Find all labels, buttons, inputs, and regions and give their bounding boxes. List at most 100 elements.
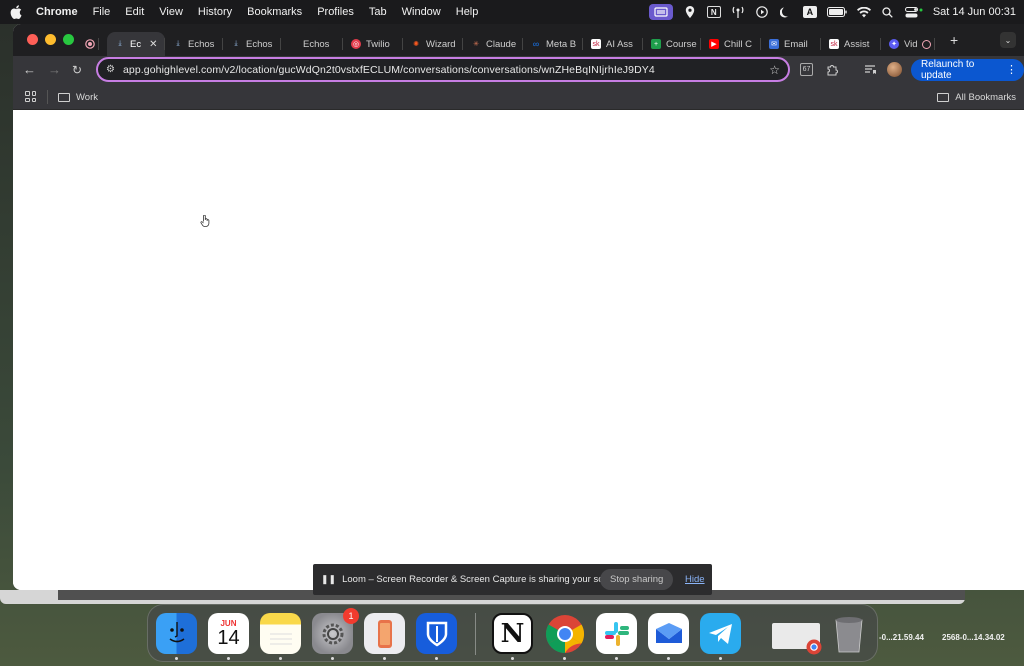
- trash-icon: [835, 616, 862, 652]
- tab-echos-active[interactable]: ⤓ Ec ✕: [107, 32, 165, 56]
- dock-minimized-window[interactable]: [772, 623, 822, 655]
- running-indicator: [383, 657, 386, 660]
- tab-echos-4[interactable]: Echos: [281, 32, 343, 56]
- extension-icon[interactable]: 67: [800, 63, 813, 76]
- tab-label: Wizard: [426, 38, 456, 50]
- tab-email[interactable]: ✉ Email: [761, 32, 821, 56]
- loom-sharing-banner: ❚❚ Loom – Screen Recorder & Screen Captu…: [313, 564, 712, 595]
- new-tab-button[interactable]: +: [950, 32, 958, 48]
- minimize-window-button[interactable]: [45, 34, 56, 45]
- notes-icon: [269, 633, 292, 644]
- control-center-icon[interactable]: [904, 6, 923, 18]
- menu-window[interactable]: Window: [402, 6, 441, 18]
- dock-slack[interactable]: [596, 613, 637, 654]
- tab-twilio[interactable]: ◎ Twilio: [343, 32, 403, 56]
- menu-history[interactable]: History: [198, 6, 232, 18]
- dock-chrome[interactable]: [544, 613, 585, 654]
- apple-menu-icon[interactable]: [10, 5, 22, 19]
- menu-bookmarks[interactable]: Bookmarks: [247, 6, 302, 18]
- antenna-icon[interactable]: [731, 6, 745, 18]
- site-info-icon[interactable]: ⚙: [106, 64, 115, 75]
- address-bar[interactable]: ⚙ app.gohighlevel.com/v2/location/gucWdQ…: [96, 57, 790, 82]
- dock-system-settings[interactable]: 1: [312, 608, 359, 654]
- tab-label: AI Ass: [606, 38, 633, 50]
- tab-echos-2[interactable]: ⤓ Echos: [165, 32, 223, 56]
- menu-edit[interactable]: Edit: [125, 6, 144, 18]
- tab-video[interactable]: ✦ Vid: [881, 32, 935, 56]
- more-menu-icon[interactable]: ⋮: [1006, 63, 1017, 76]
- hide-banner-link[interactable]: Hide: [685, 574, 705, 585]
- dock-finder[interactable]: [156, 613, 197, 654]
- menu-tab[interactable]: Tab: [369, 6, 387, 18]
- bookmark-folder-work[interactable]: Work: [58, 92, 98, 103]
- tab-claude[interactable]: ✳ Claude: [463, 32, 523, 56]
- stop-sharing-button[interactable]: Stop sharing: [600, 569, 674, 590]
- close-window-button[interactable]: [27, 34, 38, 45]
- zoom-window-button[interactable]: [63, 34, 74, 45]
- dock-telegram[interactable]: [700, 613, 741, 654]
- tab-ai-assistant[interactable]: sk AI Ass: [583, 32, 643, 56]
- play-icon[interactable]: [755, 6, 769, 18]
- telegram-icon: [708, 623, 732, 644]
- tab-label: Claude: [486, 38, 517, 50]
- dock-iphone-mirroring[interactable]: [364, 613, 405, 654]
- reading-list-icon[interactable]: [863, 63, 876, 76]
- tab-search-icon[interactable]: ⌄: [1000, 32, 1016, 48]
- battery-icon[interactable]: [826, 6, 847, 18]
- tab-echos-3[interactable]: ⤓ Echos: [223, 32, 281, 56]
- tab-course[interactable]: + Course: [643, 32, 701, 56]
- dock-notion[interactable]: N: [492, 613, 533, 654]
- bookmark-star-icon[interactable]: ☆: [769, 63, 780, 77]
- loom-recording-icon[interactable]: [81, 32, 99, 56]
- menu-file[interactable]: File: [93, 6, 111, 18]
- profile-avatar[interactable]: [887, 62, 902, 77]
- tab-label: Ec: [130, 38, 142, 50]
- chrome-icon: [545, 614, 584, 653]
- dock-trash[interactable]: [828, 613, 869, 654]
- dock-calendar[interactable]: JUN 14: [208, 613, 249, 654]
- extensions-puzzle-icon[interactable]: [825, 63, 838, 76]
- pause-icon[interactable]: ❚❚: [321, 574, 336, 585]
- menubar-clock[interactable]: Sat 14 Jun 00:31: [933, 6, 1016, 18]
- tab-strip: ⤓ Ec ✕ ⤓ Echos ⤓ Echos Echos ◎ Twilio ✺ …: [13, 24, 1024, 56]
- menu-help[interactable]: Help: [456, 6, 479, 18]
- dock-notes[interactable]: [260, 613, 301, 654]
- tab-meta[interactable]: ∞ Meta B: [523, 32, 583, 56]
- reload-icon[interactable]: ↻: [72, 63, 82, 77]
- desktop-file-1[interactable]: -0...21.59.44: [879, 633, 924, 642]
- notion-icon[interactable]: N: [706, 6, 721, 18]
- forward-icon[interactable]: →: [48, 62, 61, 77]
- sheets-favicon-icon: +: [651, 39, 661, 49]
- tab-chill[interactable]: ▶ Chill C: [701, 32, 761, 56]
- relaunch-to-update-button[interactable]: Relaunch to update ⋮: [911, 59, 1024, 81]
- all-bookmarks-label: All Bookmarks: [955, 92, 1016, 103]
- back-icon[interactable]: ←: [23, 62, 36, 77]
- dock: JUN 14 1 N: [147, 604, 878, 662]
- page-content[interactable]: [13, 110, 1024, 590]
- video-favicon-icon: ✦: [889, 39, 899, 49]
- menu-view[interactable]: View: [159, 6, 183, 18]
- tab-label: Course: [666, 38, 697, 50]
- desktop-file-2[interactable]: 2568-0...14.34.02: [942, 633, 1005, 642]
- iphone-icon: [377, 619, 392, 648]
- location-icon[interactable]: [683, 6, 697, 18]
- tab-assistant[interactable]: sk Assist: [821, 32, 881, 56]
- keyboard-input-icon[interactable]: A: [802, 6, 817, 18]
- wifi-icon[interactable]: [856, 6, 871, 18]
- search-icon[interactable]: [881, 6, 895, 18]
- dock-bitwarden[interactable]: [416, 613, 457, 654]
- tab-label: Echos: [188, 38, 215, 50]
- moon-icon[interactable]: [779, 6, 793, 18]
- running-indicator: [719, 657, 722, 660]
- all-bookmarks-button[interactable]: All Bookmarks: [937, 92, 1016, 103]
- menu-profiles[interactable]: Profiles: [317, 6, 354, 18]
- tab-wizard[interactable]: ✺ Wizard: [403, 32, 463, 56]
- apps-grid-icon[interactable]: [25, 91, 36, 102]
- dock-spark-mail[interactable]: [648, 613, 689, 654]
- recording-icon: [921, 39, 931, 49]
- screen-share-icon[interactable]: [648, 4, 673, 20]
- url-text[interactable]: app.gohighlevel.com/v2/location/gucWdQn2…: [123, 64, 655, 76]
- sk-favicon-icon: sk: [829, 39, 839, 49]
- tab-close-icon[interactable]: ✕: [149, 39, 157, 50]
- menu-app-name[interactable]: Chrome: [36, 6, 78, 18]
